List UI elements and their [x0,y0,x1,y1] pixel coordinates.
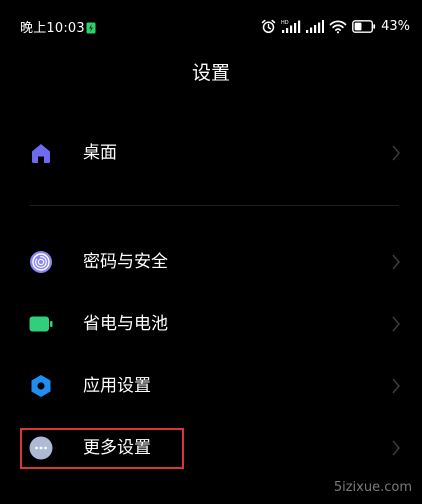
settings-item-label: 省电与电池 [83,314,168,334]
alarm-icon [261,19,276,34]
signal-icon [306,19,325,34]
hd-signal-icon: HD [281,19,301,34]
gear-icon [29,374,53,398]
svg-text:HD: HD [281,20,289,26]
settings-item-app-settings[interactable]: 应用设置 [0,359,422,413]
status-time: 晚上10:03 [20,21,85,36]
chevron-right-icon [392,254,400,270]
settings-item-desktop[interactable]: 桌面 [0,126,422,180]
chevron-right-icon [392,316,400,332]
settings-item-label: 桌面 [83,143,117,163]
status-icons: HD 43% [261,17,410,35]
home-icon [29,141,53,165]
fingerprint-icon [29,250,53,274]
battery-saver-icon [29,312,53,336]
settings-item-label: 应用设置 [83,376,151,396]
chevron-right-icon [392,378,400,394]
settings-item-password-security[interactable]: 密码与安全 [0,235,422,289]
status-bar: 晚上10:03 HD 43% [0,0,422,50]
watermark: 5izixue.com [333,480,412,495]
battery-icon [352,19,376,33]
charging-icon [86,19,96,34]
page-title: 设置 [191,62,230,84]
settings-item-label: 密码与安全 [83,252,168,272]
wifi-icon [329,19,347,34]
chevron-right-icon [392,145,400,161]
chevron-right-icon [392,440,400,456]
section-divider [29,205,399,206]
settings-item-battery[interactable]: 省电与电池 [0,297,422,351]
battery-percent: 43% [381,18,410,34]
highlight-box [20,428,184,469]
